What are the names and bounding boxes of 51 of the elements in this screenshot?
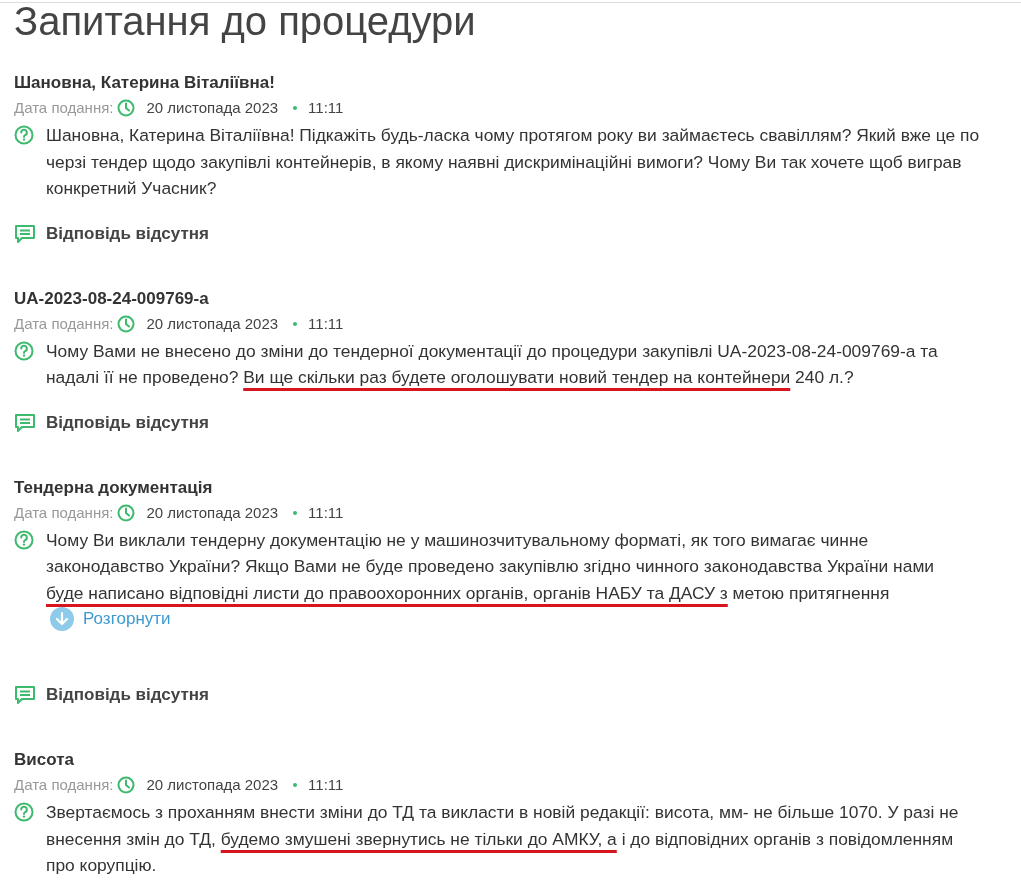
question-text-line: Чому Ви виклали тендерну документацію не у машинозчитувальному форматі, як того вимагає чинне — [46, 528, 870, 552]
question-icon — [14, 125, 34, 145]
separator-dot — [293, 783, 298, 787]
clock-icon — [117, 776, 136, 794]
question-title: UA-2023-08-24-009769-a — [14, 287, 210, 310]
question-text-line: Звертаємось з проханням внести зміни до ТД та викласти в новій редакції: висота, мм- не більше 1070. У разі не — [46, 801, 959, 824]
question-text-line: внесення змін до ТД, будемо змушені звернутись не тільки до АМКУ, а і до відповідних органів з повідомленням — [46, 827, 955, 851]
time-text: 11:11 — [308, 775, 344, 795]
date-label: Дата подання: — [14, 313, 114, 334]
underlined-text: буде написано відповідні листи до правоохоронних органів, органів НАБУ та ДАСУ з — [46, 582, 728, 603]
question-icon — [14, 340, 34, 361]
question-title: Висота — [14, 749, 75, 771]
question-text-line: буде написано відповідні листи до правоохоронних органів, органів НАБУ та ДАСУ з метою притягнення — [46, 581, 891, 605]
expand-link[interactable]: Розгорнути — [50, 606, 171, 632]
question-text-line: про корупцію. — [46, 854, 158, 877]
question-title: Шановна, Катерина Віталіївна! — [14, 72, 276, 94]
clock-icon — [117, 503, 136, 522]
clock-icon — [117, 314, 136, 333]
question-text-line: конкретний Учасник? — [46, 177, 218, 200]
question-icon — [14, 802, 34, 822]
question-title: Тендерна документація — [14, 476, 214, 499]
question-text-line: Шановна, Катерина Віталіївна! Підкажіть будь-ласка чому протягом року ви займаєтесь свавіллям? Який вже це по — [46, 124, 980, 147]
date-text: 20 листопада 2023 — [146, 313, 279, 334]
page-title: Запитання до процедури — [14, 0, 477, 45]
time-text: 11:11 — [308, 502, 344, 523]
separator-dot — [293, 510, 298, 515]
question-text-line: черзі тендер щодо закупівлі контейнерів, в якому наявні дискримінаційні вимоги? Чому Ви так хочете щоб виграв — [46, 150, 963, 174]
time-text: 11:11 — [308, 313, 344, 334]
chat-icon — [14, 412, 36, 433]
date-text: 20 листопада 2023 — [146, 98, 279, 118]
clock-icon — [117, 99, 136, 117]
question-icon — [14, 529, 34, 550]
answer-status: Відповідь відсутня — [46, 685, 209, 705]
date-label: Дата подання: — [14, 775, 114, 795]
date-text: 20 листопада 2023 — [146, 502, 279, 523]
time-text: 11:11 — [308, 98, 344, 118]
arrow-down-icon — [50, 607, 74, 631]
question-text-line: законодавство України? Якщо Вами не буде проведено закупівлю згідно чинного законодавства України нами — [46, 555, 935, 578]
separator-dot — [293, 106, 298, 110]
underlined-text: Ви ще скільки раз будете оголошувати новий тендер на контейнери — [243, 367, 791, 387]
chat-icon — [14, 685, 36, 705]
separator-dot — [293, 321, 298, 326]
answer-status: Відповідь відсутня — [46, 223, 209, 244]
date-label: Дата подання: — [14, 502, 114, 523]
answer-status: Відповідь відсутня — [46, 412, 209, 433]
date-label: Дата подання: — [14, 98, 114, 118]
chat-icon — [14, 223, 36, 244]
underlined-text: будемо змушені звернутись не тільки до АМКУ, а — [220, 828, 617, 849]
date-text: 20 листопада 2023 — [146, 775, 279, 795]
question-text-line: Чому Вами не внесено до зміни до тендерної документації до процедури закупівлі UA-2023-08-24-009769-a та — [46, 339, 938, 363]
question-text-line: надалі її не проведено? Ви ще скільки раз будете оголошувати новий тендер на контейнери 240 л.? — [46, 366, 855, 389]
